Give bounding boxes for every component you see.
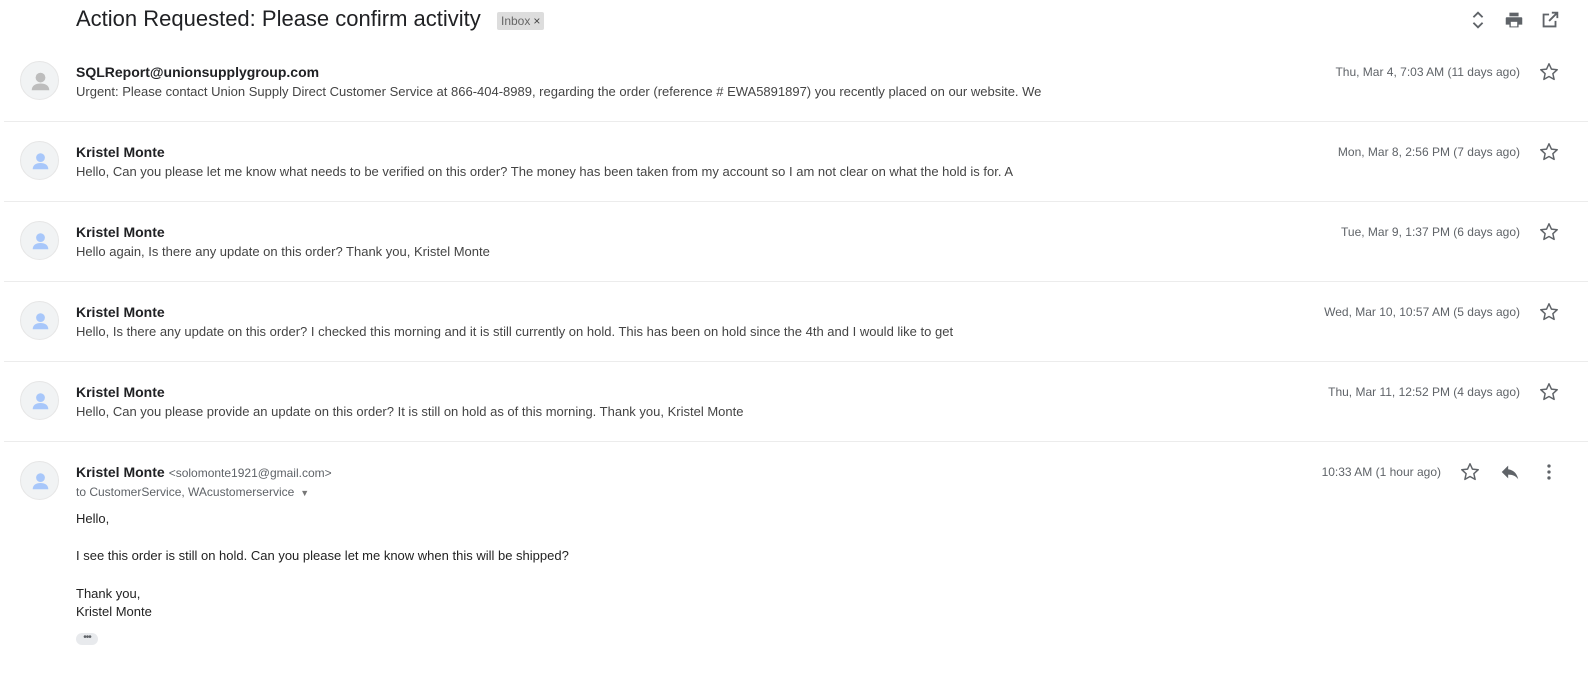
avatar bbox=[20, 301, 59, 340]
sender-name: Kristel Monte bbox=[76, 144, 165, 160]
sender-name[interactable]: Kristel Monte bbox=[76, 464, 165, 480]
body-signature: Kristel Monte bbox=[76, 604, 152, 619]
message-date: Mon, Mar 8, 2:56 PM (7 days ago) bbox=[1337, 145, 1520, 159]
message-divider bbox=[4, 281, 1588, 282]
sender-line: Kristel Monte <solomonte1921@gmail.com> bbox=[76, 464, 332, 480]
avatar[interactable] bbox=[20, 461, 59, 500]
star-icon[interactable] bbox=[1538, 381, 1560, 403]
star-icon[interactable] bbox=[1538, 301, 1560, 323]
expanded-message: Kristel Monte <solomonte1921@gmail.com> t… bbox=[0, 452, 1588, 690]
collapsed-message[interactable]: SQLReport@unionsupplygroup.com Urgent: P… bbox=[0, 52, 1588, 122]
print-icon[interactable] bbox=[1503, 9, 1525, 31]
sender-email: <solomonte1921@gmail.com> bbox=[168, 466, 332, 480]
collapsed-message[interactable]: Kristel Monte Hello, Is there any update… bbox=[0, 292, 1588, 362]
message-divider bbox=[4, 121, 1588, 122]
collapsed-message[interactable]: Kristel Monte Hello, Can you please prov… bbox=[0, 372, 1588, 442]
collapsed-message[interactable]: Kristel Monte Hello, Can you please let … bbox=[0, 132, 1588, 202]
remove-label-icon[interactable]: × bbox=[533, 14, 540, 28]
message-divider bbox=[4, 361, 1588, 362]
inbox-label-chip[interactable]: Inbox × bbox=[497, 12, 545, 30]
message-date: Tue, Mar 9, 1:37 PM (6 days ago) bbox=[1341, 225, 1520, 239]
message-divider bbox=[4, 441, 1588, 442]
sender-name: Kristel Monte bbox=[76, 384, 165, 400]
message-date: 10:33 AM (1 hour ago) bbox=[1321, 465, 1441, 479]
sender-name: Kristel Monte bbox=[76, 224, 165, 240]
chevron-down-icon[interactable]: ▼ bbox=[300, 488, 309, 498]
show-trimmed-content-button[interactable]: ••• bbox=[76, 633, 98, 645]
sender-name: SQLReport@unionsupplygroup.com bbox=[76, 64, 320, 80]
more-options-icon[interactable] bbox=[1538, 461, 1560, 483]
avatar bbox=[20, 141, 59, 180]
star-icon[interactable] bbox=[1459, 461, 1481, 483]
message-snippet: Hello, Is there any update on this order… bbox=[76, 324, 954, 339]
message-date: Wed, Mar 10, 10:57 AM (5 days ago) bbox=[1324, 305, 1520, 319]
star-icon[interactable] bbox=[1538, 141, 1560, 163]
message-snippet: Hello, Can you please let me know what n… bbox=[76, 164, 1014, 179]
message-date: Thu, Mar 4, 7:03 AM (11 days ago) bbox=[1335, 65, 1520, 79]
message-snippet: Urgent: Please contact Union Supply Dire… bbox=[76, 84, 1042, 99]
collapsed-message[interactable]: Kristel Monte Hello again, Is there any … bbox=[0, 212, 1588, 282]
avatar bbox=[20, 381, 59, 420]
expand-all-icon[interactable] bbox=[1467, 9, 1489, 31]
sender-name: Kristel Monte bbox=[76, 304, 165, 320]
avatar bbox=[20, 221, 59, 260]
message-snippet: Hello, Can you please provide an update … bbox=[76, 404, 744, 419]
body-greeting: Hello, bbox=[76, 511, 110, 526]
star-icon[interactable] bbox=[1538, 221, 1560, 243]
thread-subject: Action Requested: Please confirm activit… bbox=[76, 6, 481, 31]
recipients-text: to CustomerService, WAcustomerservice bbox=[76, 485, 295, 499]
recipients-line[interactable]: to CustomerService, WAcustomerservice ▼ bbox=[76, 485, 309, 499]
body-closing: Thank you, bbox=[76, 586, 141, 601]
star-icon[interactable] bbox=[1538, 61, 1560, 83]
message-date: Thu, Mar 11, 12:52 PM (4 days ago) bbox=[1328, 385, 1520, 399]
label-text: Inbox bbox=[501, 14, 531, 28]
thread-header: Action Requested: Please confirm activit… bbox=[0, 0, 1588, 42]
message-divider bbox=[4, 201, 1588, 202]
reply-icon[interactable] bbox=[1499, 461, 1521, 483]
message-snippet: Hello again, Is there any update on this… bbox=[76, 244, 490, 259]
open-in-new-window-icon[interactable] bbox=[1539, 9, 1561, 31]
body-paragraph: I see this order is still on hold. Can y… bbox=[76, 548, 569, 563]
avatar bbox=[20, 61, 59, 100]
